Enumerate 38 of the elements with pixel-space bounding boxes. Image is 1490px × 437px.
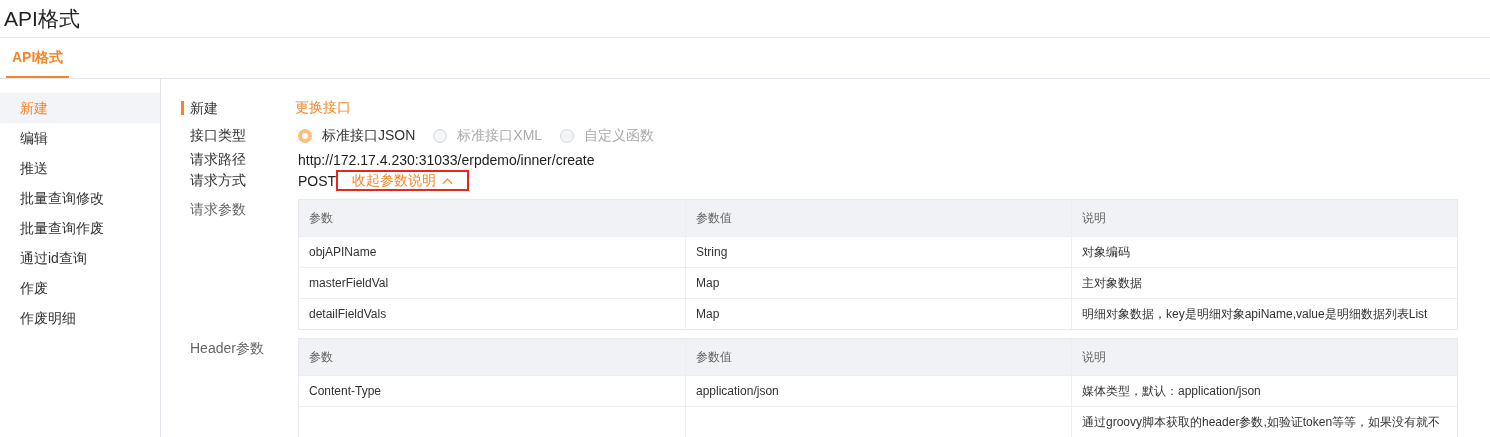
- column-header: 说明: [1071, 200, 1457, 236]
- field-label: 接口类型: [189, 127, 247, 145]
- table-label: 请求参数: [189, 200, 247, 219]
- sidebar-item[interactable]: 推送: [0, 153, 160, 183]
- column-header: 参数: [308, 348, 334, 366]
- table-cell-text: objAPIName: [308, 244, 378, 261]
- sidebar-item[interactable]: 批量查询修改: [0, 183, 160, 213]
- table-cell: Map: [685, 268, 1071, 298]
- field-label: 请求方式: [189, 171, 247, 190]
- page-title: API格式: [4, 5, 80, 32]
- table-cell: 主对象数据: [1071, 268, 1457, 298]
- sidebar-item[interactable]: 通过id查询: [0, 243, 160, 273]
- table-cell-text: detailFieldVals: [308, 306, 388, 323]
- table-cell-text: Content-Type: [308, 383, 383, 400]
- sidebar-item[interactable]: 编辑: [0, 123, 160, 153]
- table-label: Header参数: [189, 339, 265, 358]
- table-cell-text: masterFieldVal: [308, 275, 390, 292]
- table-cell: application/json: [685, 376, 1071, 406]
- table-cell: Map: [685, 299, 1071, 329]
- sidebar-item[interactable]: 作废明细: [0, 303, 160, 333]
- request-path-value: http://172.17.4.230:31033/erpdemo/inner/create: [298, 151, 595, 168]
- sidebar-item[interactable]: 作废: [0, 273, 160, 303]
- sidebar-item[interactable]: 批量查询作废: [0, 213, 160, 243]
- table-cell: 媒体类型，默认：application/json: [1071, 376, 1457, 406]
- radio-option[interactable]: 标准接口JSON: [298, 127, 416, 145]
- column-header: 参数值: [685, 200, 1071, 236]
- radio-icon[interactable]: [298, 129, 312, 143]
- table-cell: 明细对象数据，key是明细对象apiName,value是明细数据列表List: [1071, 299, 1457, 329]
- chevron-up-icon: [442, 176, 454, 185]
- column-header: 参数值: [685, 339, 1071, 375]
- field-label: 请求路径: [189, 150, 247, 169]
- section-title: 新建: [181, 101, 295, 115]
- table-cell: 对象编码: [1071, 237, 1457, 267]
- column-header: 参数: [308, 209, 334, 227]
- table-cell: String: [685, 237, 1071, 267]
- request-method-value: POST: [298, 172, 337, 189]
- table-cell: 通过groovy脚本获取的header参数,如验证token等等，如果没有就不: [1071, 407, 1457, 437]
- column-header: 说明: [1071, 339, 1457, 375]
